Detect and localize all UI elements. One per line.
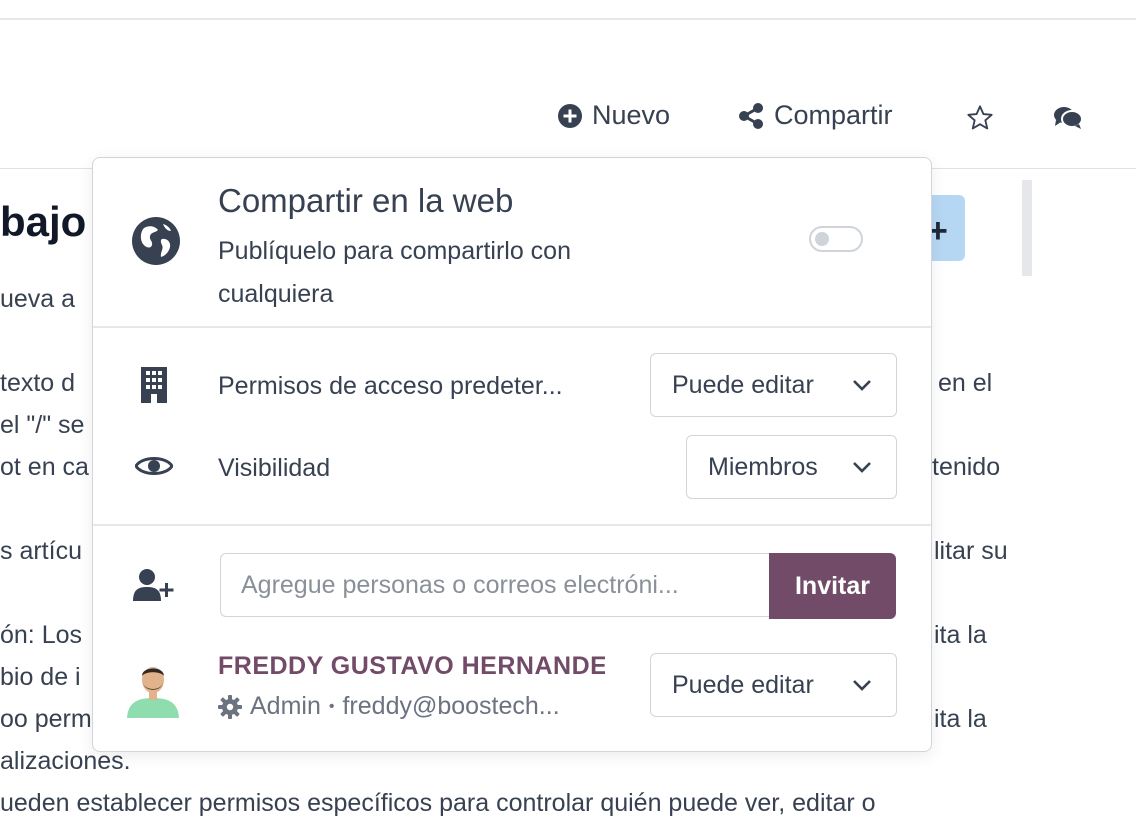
member-meta: Admin • freddy@boostech... <box>218 692 560 721</box>
globe-icon <box>132 217 180 265</box>
default-access-select[interactable]: Puede editar <box>650 353 897 417</box>
plus-circle-icon <box>558 103 582 128</box>
member-separator: • <box>328 697 335 715</box>
article-text-line: ita la <box>934 705 987 733</box>
article-text-line: oo perm <box>0 705 92 733</box>
article-text-line: en el <box>938 369 993 397</box>
article-text-line: ot en ca <box>0 453 89 481</box>
comments-icon <box>1054 107 1083 129</box>
chevron-down-icon <box>853 680 871 691</box>
invite-input[interactable] <box>220 553 771 617</box>
building-icon <box>141 367 167 403</box>
chevron-down-icon <box>853 380 871 391</box>
article-text-line: litar su <box>934 537 1008 565</box>
member-permission-value: Puede editar <box>672 670 814 699</box>
popover-divider <box>93 524 931 526</box>
chatter-button[interactable] <box>1053 106 1083 130</box>
toggle-knob <box>815 232 829 246</box>
gear-icon <box>218 694 242 719</box>
share-icon <box>739 102 763 129</box>
article-text-line: bio de i <box>0 663 81 691</box>
chevron-down-icon <box>853 462 871 473</box>
top-divider <box>0 18 1136 20</box>
background-scrollbar <box>1022 180 1032 276</box>
share-web-description: Publíquelo para compartirlo con cualquie… <box>218 237 571 308</box>
favorite-button[interactable] <box>966 104 994 132</box>
star-icon <box>967 105 993 130</box>
publish-toggle[interactable] <box>809 226 863 252</box>
article-heading: bajo <box>0 198 87 245</box>
eye-icon <box>135 457 173 475</box>
default-access-value: Puede editar <box>672 370 814 399</box>
new-button[interactable]: Nuevo <box>558 100 670 131</box>
article-text-line: ón: Los <box>0 621 83 649</box>
article-text-line: el "/" se <box>0 411 85 439</box>
article-text-line: ueden establecer permisos específicos pa… <box>0 789 876 817</box>
visibility-label: Visibilidad <box>218 454 331 482</box>
top-toolbar: Nuevo Compartir <box>0 98 1136 142</box>
member-permission-select[interactable]: Puede editar <box>650 653 897 717</box>
visibility-select[interactable]: Miembros <box>686 435 897 499</box>
member-email: freddy@boostech... <box>342 692 560 720</box>
avatar <box>127 667 179 718</box>
invite-button[interactable]: Invitar <box>769 553 896 619</box>
visibility-value: Miembros <box>708 452 818 481</box>
article-text-line: s artícu <box>0 537 82 565</box>
article-text-line: texto d <box>0 369 76 397</box>
member-name: FREDDY GUSTAVO HERNANDEZ <box>218 652 605 680</box>
share-web-title: Compartir en la web <box>218 182 514 219</box>
user-plus-icon <box>133 569 174 601</box>
article-text-line: ueva a <box>0 285 76 313</box>
share-button[interactable]: Compartir <box>738 100 893 131</box>
member-role: Admin <box>250 692 321 720</box>
new-button-label: Nuevo <box>592 100 671 130</box>
popover-divider <box>93 326 931 328</box>
share-button-label: Compartir <box>774 100 893 130</box>
article-text-line: tenido <box>932 453 1001 481</box>
article-text-line: ita la <box>934 621 987 649</box>
share-popover: Compartir en la web Publíquelo para comp… <box>92 157 932 752</box>
default-access-label: Permisos de acceso predeter... <box>218 372 563 400</box>
